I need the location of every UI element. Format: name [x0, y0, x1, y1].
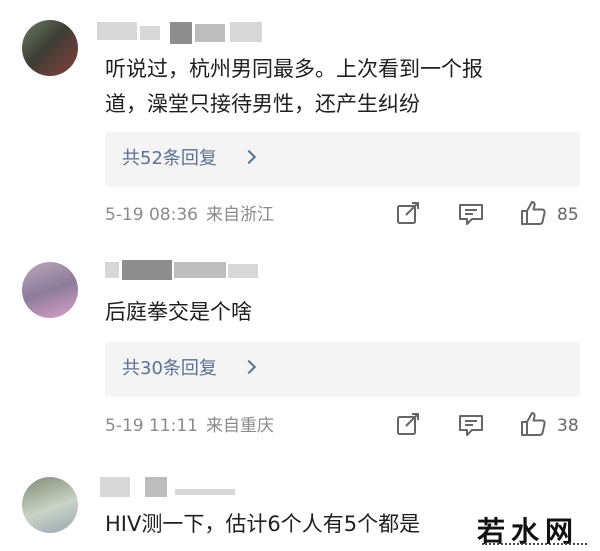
- comment-text: 后庭拳交是个啥: [105, 295, 575, 330]
- location: 来自浙江: [205, 205, 274, 225]
- comment-meta: 5-19 08:36 来自浙江: [105, 203, 274, 227]
- replies-count-label: 共52条回复: [122, 148, 217, 169]
- comment-text-line: 道，澡堂只接待男性，还产生纠纷: [105, 92, 420, 116]
- comment-icon[interactable]: [457, 411, 485, 439]
- share-icon[interactable]: [394, 411, 422, 439]
- chevron-right-icon: [241, 359, 257, 375]
- thumbs-up-icon[interactable]: [519, 410, 547, 438]
- comment-text-line: 听说过，杭州男同最多。上次看到一个报: [105, 57, 483, 81]
- avatar[interactable]: [22, 262, 78, 318]
- avatar[interactable]: [22, 20, 78, 76]
- chevron-right-icon: [241, 149, 257, 165]
- like-count: 38: [557, 416, 579, 436]
- comment-icon[interactable]: [457, 200, 485, 228]
- comment-item: 听说过，杭州男同最多。上次看到一个报 道，澡堂只接待男性，还产生纠纷 共52条回…: [0, 0, 600, 240]
- watermark-underline: [482, 543, 587, 548]
- replies-button[interactable]: 共30条回复: [105, 342, 580, 397]
- timestamp: 5-19 11:11: [105, 416, 198, 436]
- comment-item: 后庭拳交是个啥 共30条回复 5-19 11:11 来自重庆 38: [0, 240, 600, 450]
- replies-button[interactable]: 共52条回复: [105, 132, 580, 187]
- avatar[interactable]: [22, 477, 78, 533]
- like-count: 85: [557, 205, 579, 225]
- location: 来自重庆: [205, 416, 274, 436]
- thumbs-up-icon[interactable]: [519, 199, 547, 227]
- comment-text: 听说过，杭州男同最多。上次看到一个报 道，澡堂只接待男性，还产生纠纷: [105, 52, 575, 122]
- comment-text-line: 后庭拳交是个啥: [105, 300, 252, 324]
- comment-meta: 5-19 11:11 来自重庆: [105, 414, 274, 438]
- replies-count-label: 共30条回复: [122, 358, 217, 379]
- share-icon[interactable]: [394, 200, 422, 228]
- timestamp: 5-19 08:36: [105, 205, 198, 225]
